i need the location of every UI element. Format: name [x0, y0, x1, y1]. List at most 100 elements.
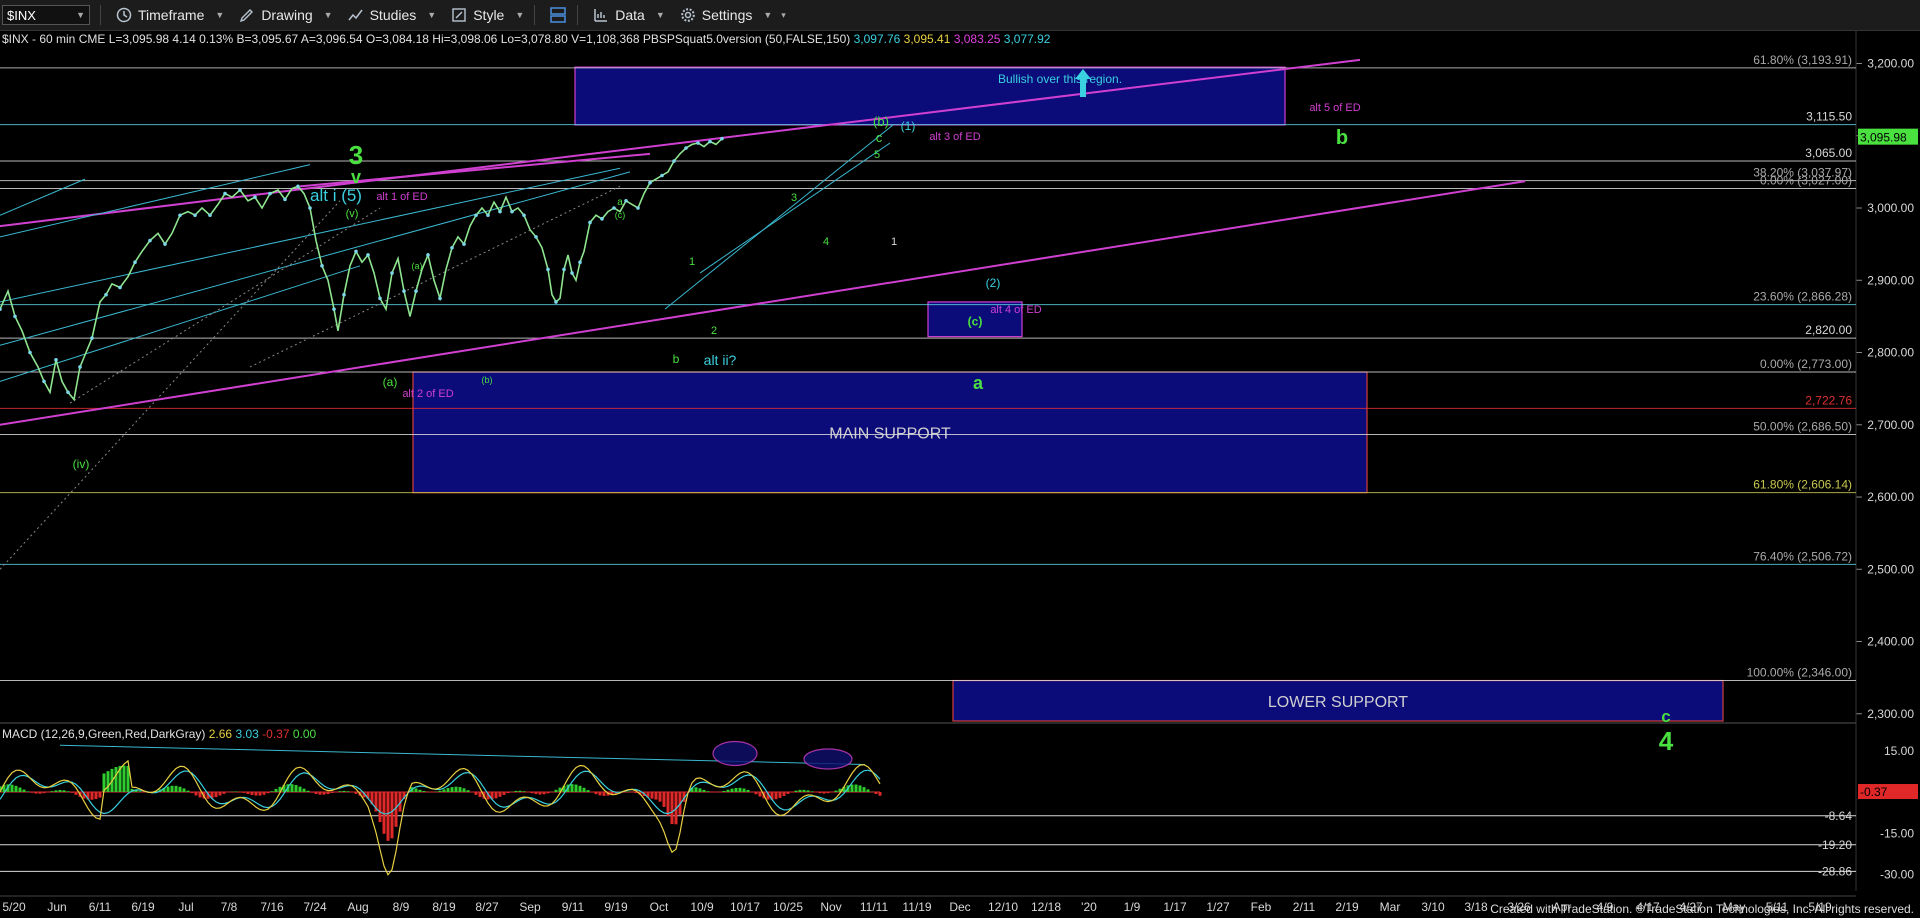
macd-axis-label: -15.00 [1880, 826, 1914, 840]
macd-highlight-ellipse [803, 748, 853, 770]
price-point [148, 238, 152, 243]
x-axis-label: 7/8 [221, 900, 238, 914]
y-axis-label: 2,600.00 [1867, 490, 1914, 504]
settings-menu[interactable]: Settings ▼ ▾ [679, 6, 786, 24]
y-axis-label: 3,000.00 [1867, 201, 1914, 215]
style-menu[interactable]: Style ▼ [450, 6, 524, 24]
price-point [570, 271, 574, 275]
x-axis-label: 3/18 [1464, 900, 1488, 914]
x-axis-label: Sep [519, 900, 541, 914]
clock-icon [115, 6, 133, 24]
price-point [283, 197, 287, 202]
drawing-label: Drawing [261, 7, 313, 23]
x-axis-label: Dec [949, 900, 970, 914]
price-point [268, 191, 272, 196]
price-point [320, 264, 324, 268]
wave-label: 3 [791, 192, 797, 204]
x-axis-label: Oct [650, 900, 669, 914]
y-axis-label: 3,200.00 [1867, 57, 1914, 71]
price-point [402, 289, 406, 293]
x-axis-label: 6/19 [131, 900, 155, 914]
caret-down-icon: ▼ [427, 10, 437, 20]
y-axis-label: 2,800.00 [1867, 346, 1914, 360]
price-point [238, 188, 242, 192]
trend-line [664, 124, 894, 310]
wave-label: alt 3 of ED [929, 131, 980, 143]
level-label: 2,722.76 [1805, 393, 1852, 407]
price-point [193, 213, 197, 218]
x-axis-label: 12/10 [988, 900, 1018, 914]
caret-down-icon: ▼ [763, 10, 773, 20]
price-chart[interactable]: $INX - 60 min CME L=3,095.98 4.14 0.13% … [0, 31, 1920, 918]
wave-label: v [351, 167, 361, 187]
guide-line [249, 185, 621, 368]
price-point [390, 271, 394, 275]
y-axis-label: 2,900.00 [1867, 273, 1914, 287]
macd-value-0: MACD (12,26,9,Green,Red,DarkGray) [2, 727, 209, 741]
macd-value-3: -0.37 [262, 727, 293, 741]
x-axis-label: 8/27 [475, 900, 499, 914]
wave-label: (c) [615, 210, 626, 220]
wave-label: (a) [412, 261, 423, 271]
caret-down-icon: ▼ [215, 10, 225, 20]
price-point [696, 141, 700, 145]
price-point [54, 357, 58, 362]
gear-icon [679, 6, 697, 24]
drawing-menu[interactable]: Drawing ▼ [238, 6, 333, 24]
layout-icon [549, 6, 567, 24]
x-axis-label: 11/19 [902, 900, 931, 914]
price-point [28, 350, 32, 355]
wave-label: c [876, 130, 883, 145]
settings-label: Settings [701, 7, 753, 23]
price-point [66, 390, 70, 395]
bullish-region-box-label: Bullish over this region. [998, 72, 1122, 86]
x-axis-label: 6/11 [89, 900, 112, 914]
x-axis-label: '20 [1081, 900, 1097, 914]
price-point [223, 191, 227, 196]
x-axis-label: 10/25 [773, 900, 803, 914]
header-value-1: 3,097.76 [854, 32, 904, 46]
price-point [332, 307, 336, 311]
price-point [486, 213, 490, 218]
price-point [133, 260, 137, 265]
wave-label: alt i (5) [310, 186, 362, 205]
macd-highlight-ellipse [712, 740, 758, 767]
price-point [366, 253, 370, 257]
style-icon [450, 6, 468, 24]
data-label: Data [615, 7, 645, 23]
trend-line [0, 164, 311, 238]
studies-menu[interactable]: Studies ▼ [347, 6, 437, 24]
price-point [118, 285, 122, 290]
x-axis-label: 9/19 [604, 900, 628, 914]
price-point [178, 213, 182, 218]
toolbar-divider [534, 5, 536, 25]
timeframe-menu[interactable]: Timeframe ▼ [115, 6, 224, 24]
price-point [498, 209, 502, 214]
drawing-icon [238, 6, 256, 24]
wave-label: 4 [823, 236, 829, 248]
last-price-label: 3,095.98 [1860, 131, 1907, 145]
price-point [104, 292, 108, 297]
symbol-input[interactable]: $INX ▼ [2, 5, 90, 25]
layout-button[interactable] [549, 6, 567, 24]
trend-line [0, 178, 86, 216]
price-point [578, 260, 582, 265]
symbol-text: $INX [7, 7, 36, 23]
x-axis-label: 10/9 [690, 900, 714, 914]
header-value-4: 3,077.92 [1004, 32, 1051, 46]
wave-label: 3 [349, 140, 363, 170]
caret-down-icon: ▾ [781, 9, 786, 20]
wave-label: (a) [383, 375, 398, 389]
wave-label: (1) [901, 119, 916, 133]
footer-credit: Created with TradeStation. ©TradeStation… [1490, 902, 1914, 916]
x-axis-label: 9/11 [562, 900, 585, 914]
caret-down-icon: ▼ [323, 10, 333, 20]
wave-label: alt 1 of ED [376, 191, 427, 203]
chevron-down-icon[interactable]: ▼ [76, 10, 85, 20]
data-menu[interactable]: Data ▼ [592, 6, 665, 24]
price-point [0, 307, 2, 311]
macd-last-label: -0.37 [1860, 785, 1888, 799]
wave-label: 1 [891, 236, 897, 248]
wave-label: alt 5 of ED [1309, 102, 1360, 114]
wave-label: (2) [986, 276, 1001, 290]
